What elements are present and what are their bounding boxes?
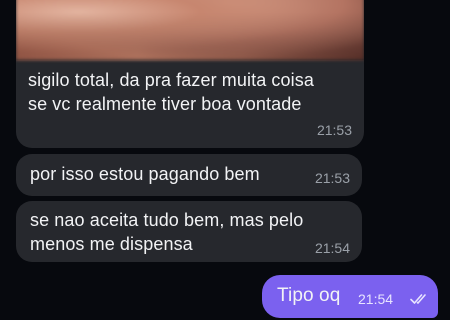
message-bubble-incoming[interactable]: se nao aceita tudo bem, mas pelo menos m… (16, 201, 362, 262)
message-text: se nao aceita tudo bem, mas pelo menos m… (30, 210, 304, 254)
message-text: Tipo oq (277, 285, 341, 306)
message-bubble-incoming[interactable]: por isso estou pagando bem 21:53 (16, 154, 362, 196)
media-overlay (16, 0, 364, 60)
double-check-icon (410, 294, 426, 304)
message-timestamp: 21:54 (314, 240, 350, 256)
message-timestamp: 21:53 (314, 170, 350, 186)
message-text: por isso estou pagando bem (30, 164, 260, 184)
message-bubble-outgoing[interactable]: Tipo oq 21:54 (262, 275, 438, 318)
message-timestamp: 21:53 (316, 122, 352, 138)
message-bubble-incoming[interactable]: sigilo total, da pra fazer muita coisa s… (16, 0, 364, 148)
message-text: sigilo total, da pra fazer muita coisa s… (28, 70, 314, 114)
chat-message-list: sigilo total, da pra fazer muita coisa s… (0, 0, 450, 320)
message-timestamp: 21:54 (358, 291, 394, 307)
